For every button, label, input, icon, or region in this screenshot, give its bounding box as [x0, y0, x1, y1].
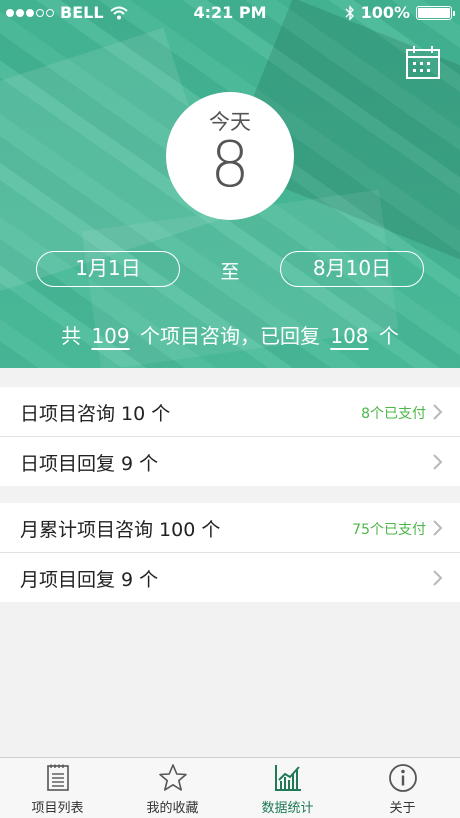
daily-stats-group: 日项目咨询 10 个 8个已支付 日项目回复 9 个: [0, 387, 460, 486]
row-title: 日项目咨询 10 个: [20, 403, 171, 425]
monthly-stats-group: 月累计项目咨询 100 个 75个已支付 月项目回复 9 个: [0, 503, 460, 602]
start-date-button[interactable]: 1月1日: [36, 251, 180, 287]
paid-badge: 75个已支付: [352, 522, 426, 538]
daily-consult-row[interactable]: 日项目咨询 10 个 8个已支付: [0, 387, 460, 437]
tab-project-list[interactable]: 项目列表: [0, 758, 115, 818]
monthly-reply-row[interactable]: 月项目回复 9 个: [0, 553, 460, 602]
summary-prefix: 共: [61, 324, 82, 348]
row-title: 日项目回复 9 个: [20, 453, 159, 475]
tab-label: 我的收藏: [146, 801, 199, 816]
tab-statistics[interactable]: 数据统计: [230, 758, 345, 818]
paid-badge: 8个已支付: [361, 406, 426, 422]
today-circle: 今天 8: [166, 92, 294, 220]
tab-label: 数据统计: [261, 801, 314, 816]
row-title: 月累计项目咨询 100 个: [20, 519, 221, 541]
summary-middle: 个项目咨询，已回复: [140, 324, 320, 348]
total-consult-count: 109: [91, 324, 130, 348]
tab-label: 关于: [389, 801, 416, 816]
tab-bar: 项目列表 我的收藏 数据统计 关于: [0, 757, 460, 818]
chevron-right-icon: [433, 454, 443, 470]
info-icon: [388, 764, 417, 792]
status-bar: BELL 4:21 PM 100%: [0, 0, 460, 26]
chevron-right-icon: [433, 570, 443, 586]
replied-count: 108: [330, 324, 369, 348]
battery-icon: [416, 5, 455, 20]
tab-favorites[interactable]: 我的收藏: [115, 758, 230, 818]
monthly-consult-row[interactable]: 月累计项目咨询 100 个 75个已支付: [0, 503, 460, 553]
tab-label: 项目列表: [31, 801, 84, 816]
bluetooth-icon: [345, 4, 354, 21]
tab-about[interactable]: 关于: [345, 758, 460, 818]
today-number: 8: [210, 128, 250, 201]
calendar-icon[interactable]: [405, 44, 441, 80]
summary-text: 共 109 个项目咨询，已回复 108 个: [0, 320, 460, 349]
star-icon: [158, 764, 187, 791]
chevron-right-icon: [433, 404, 443, 420]
end-date-button[interactable]: 8月10日: [280, 251, 424, 287]
chevron-right-icon: [433, 520, 443, 536]
list-icon: [46, 764, 69, 791]
header-hero: BELL 4:21 PM 100% 今天 8 1月1日 至 8月10日 共 10…: [0, 0, 460, 368]
date-separator: 至: [220, 261, 240, 283]
daily-reply-row[interactable]: 日项目回复 9 个: [0, 437, 460, 486]
chart-icon: [274, 765, 301, 791]
summary-suffix: 个: [378, 324, 399, 348]
row-title: 月项目回复 9 个: [20, 569, 159, 591]
battery-percent: 100%: [360, 3, 410, 22]
